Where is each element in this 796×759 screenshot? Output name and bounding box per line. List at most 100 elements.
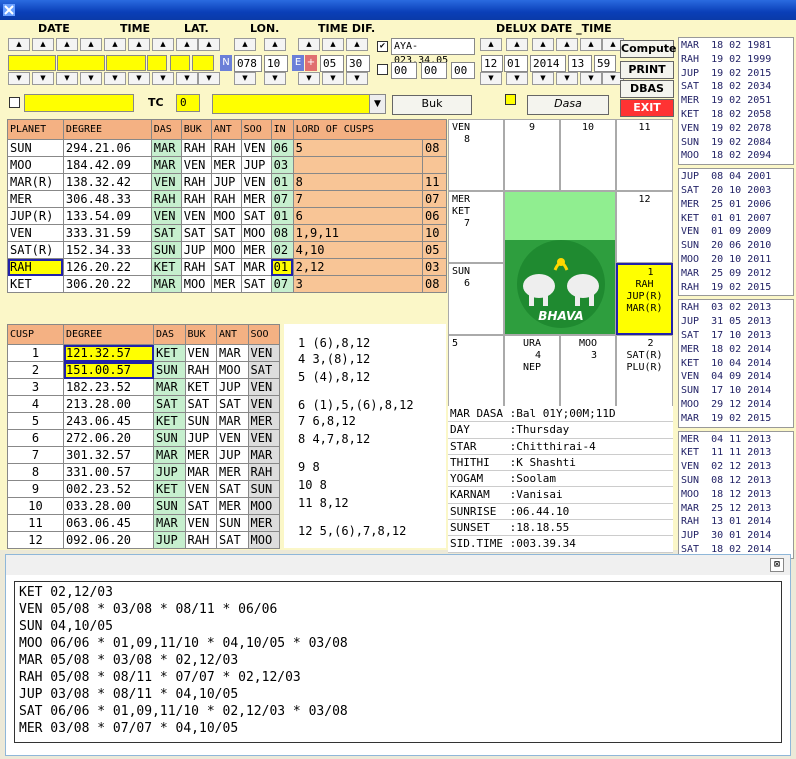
chart-house-c6[interactable]: 12 bbox=[616, 191, 673, 263]
chart-house-c7[interactable]: SUN 6 bbox=[448, 263, 504, 335]
compute-button[interactable]: Compute bbox=[620, 40, 677, 58]
spin-up-8-icon[interactable]: ▲ bbox=[198, 38, 220, 51]
delux-year-field[interactable]: 2014 bbox=[530, 55, 566, 72]
delux-month-field[interactable]: 01 bbox=[504, 55, 528, 72]
time-min-field[interactable] bbox=[147, 55, 167, 71]
cusp-row[interactable]: 8 331.00.57 JUP MAR MER RAH bbox=[7, 463, 280, 481]
dasa-row[interactable]: JUP 19 02 2015 bbox=[681, 67, 791, 81]
print-button[interactable]: PRINT bbox=[620, 61, 674, 79]
spin-up-4-icon[interactable]: ▲ bbox=[104, 38, 126, 51]
plus-toggle[interactable]: + bbox=[305, 55, 317, 71]
cusp-row[interactable]: 1 121.32.57 KET VEN MAR VEN bbox=[7, 344, 280, 362]
spin-down-8-icon[interactable]: ▼ bbox=[198, 72, 220, 85]
date-month-field[interactable] bbox=[57, 55, 105, 71]
offset-checkbox[interactable] bbox=[377, 64, 388, 75]
spin-down-9-icon[interactable]: ▼ bbox=[234, 72, 256, 85]
dasa-row[interactable]: MAR 25 09 2012 bbox=[681, 267, 791, 281]
exit-button[interactable]: EXIT bbox=[620, 99, 674, 117]
north-toggle[interactable]: N bbox=[220, 55, 232, 71]
place-select[interactable]: ▼ bbox=[212, 94, 386, 114]
spin-down-7-icon[interactable]: ▼ bbox=[176, 72, 198, 85]
timedif-min-field[interactable]: 30 bbox=[346, 55, 370, 72]
dasa-row[interactable]: MER 04 11 2013 bbox=[681, 433, 791, 447]
cusp-row[interactable]: 10 033.28.00 SUN SAT MER MOO bbox=[7, 497, 280, 515]
dasa-row[interactable]: RAH 19 02 1999 bbox=[681, 53, 791, 67]
delux-hour-field[interactable]: 13 bbox=[568, 55, 592, 72]
spin-down-1-icon[interactable]: ▼ bbox=[32, 72, 54, 85]
chart-house-c11[interactable]: MOO 3 bbox=[560, 335, 616, 407]
spin-up-16-icon[interactable]: ▲ bbox=[532, 38, 554, 51]
planet-row[interactable]: SAT(R) 152.34.33 SUN JUP MOO MER 02 4,10 05 bbox=[7, 241, 448, 259]
chart-house-c10[interactable]: URA 4 NEP bbox=[504, 335, 560, 407]
dasa-row[interactable]: SUN 19 02 2084 bbox=[681, 136, 791, 150]
planet-row[interactable]: JUP(R) 133.54.09 VEN VEN MOO SAT 01 6 06 bbox=[7, 207, 448, 225]
dasa-row[interactable]: JUP 31 05 2013 bbox=[681, 315, 791, 329]
dasa-row[interactable]: VEN 01 09 2009 bbox=[681, 225, 791, 239]
dasa-row[interactable]: SAT 17 10 2013 bbox=[681, 329, 791, 343]
dasa-row[interactable]: MOO 29 12 2014 bbox=[681, 398, 791, 412]
dasa-row[interactable]: RAH 03 02 2013 bbox=[681, 301, 791, 315]
planet-row[interactable]: MAR(R) 138.32.42 VEN RAH JUP VEN 01 8 11 bbox=[7, 173, 448, 191]
dasa-row[interactable]: MOO 18 12 2013 bbox=[681, 488, 791, 502]
chart-house-c9[interactable]: 5 bbox=[448, 335, 504, 407]
spin-down-18-icon[interactable]: ▼ bbox=[580, 72, 602, 85]
cusp-row[interactable]: 7 301.32.57 MAR MER JUP MAR bbox=[7, 446, 280, 464]
spin-down-10-icon[interactable]: ▼ bbox=[264, 72, 286, 85]
name-field[interactable] bbox=[24, 94, 134, 112]
spin-up-1-icon[interactable]: ▲ bbox=[32, 38, 54, 51]
dasa-row[interactable]: VEN 19 02 2078 bbox=[681, 122, 791, 136]
cusp-row[interactable]: 9 002.23.52 KET VEN SAT SUN bbox=[7, 480, 280, 498]
lon-deg-field[interactable]: 078 bbox=[234, 55, 262, 72]
spin-down-12-icon[interactable]: ▼ bbox=[322, 72, 344, 85]
lat-min-field[interactable] bbox=[192, 55, 214, 71]
spin-up-0-icon[interactable]: ▲ bbox=[8, 38, 30, 51]
spin-up-11-icon[interactable]: ▲ bbox=[298, 38, 320, 51]
chevron-down-icon[interactable]: ▼ bbox=[369, 95, 385, 113]
chart-house-c1[interactable]: VEN 8 bbox=[448, 119, 504, 191]
dasa-row[interactable]: MAR 18 02 1981 bbox=[681, 39, 791, 53]
dasa-row[interactable]: SAT 20 10 2003 bbox=[681, 184, 791, 198]
spin-up-12-icon[interactable]: ▲ bbox=[322, 38, 344, 51]
dasa-row[interactable]: RAH 19 02 2015 bbox=[681, 281, 791, 295]
east-toggle[interactable]: E bbox=[292, 55, 304, 71]
spin-down-17-icon[interactable]: ▼ bbox=[556, 72, 578, 85]
dasa-row[interactable]: KET 10 04 2014 bbox=[681, 357, 791, 371]
planet-row[interactable]: MOO 184.42.09 MAR VEN MER JUP 03 bbox=[7, 156, 448, 174]
dasa-button[interactable]: Dasa bbox=[527, 95, 609, 115]
dasa-row[interactable]: SUN 08 12 2013 bbox=[681, 474, 791, 488]
dasa-row[interactable]: MOO 18 02 2094 bbox=[681, 149, 791, 163]
lon-min-field[interactable]: 10 bbox=[264, 55, 288, 72]
spin-down-0-icon[interactable]: ▼ bbox=[8, 72, 30, 85]
dasa-row[interactable]: MAR 19 02 2015 bbox=[681, 412, 791, 426]
delux-day-field[interactable]: 12 bbox=[481, 55, 503, 72]
spin-down-11-icon[interactable]: ▼ bbox=[298, 72, 320, 85]
spin-down-15-icon[interactable]: ▼ bbox=[506, 72, 528, 85]
cusp-row[interactable]: 3 182.23.52 MAR KET JUP VEN bbox=[7, 378, 280, 396]
cusp-row[interactable]: 6 272.06.20 SUN JUP VEN VEN bbox=[7, 429, 280, 447]
dasa-row[interactable]: VEN 04 09 2014 bbox=[681, 370, 791, 384]
spin-up-7-icon[interactable]: ▲ bbox=[176, 38, 198, 51]
planet-row[interactable]: SUN 294.21.06 MAR RAH RAH VEN 06 5 08 bbox=[7, 139, 448, 157]
chart-house-c2[interactable]: 9 bbox=[504, 119, 560, 191]
delux-min-field[interactable]: 59 bbox=[594, 55, 616, 72]
dasa-row[interactable]: MER 25 01 2006 bbox=[681, 198, 791, 212]
planet-row[interactable]: RAH 126.20.22 KET RAH SAT MAR 01 2,12 03 bbox=[7, 258, 448, 276]
dasa-row[interactable]: MER 18 02 2014 bbox=[681, 343, 791, 357]
spin-up-6-icon[interactable]: ▲ bbox=[152, 38, 174, 51]
dasa-row[interactable]: KET 11 11 2013 bbox=[681, 446, 791, 460]
cusp-row[interactable]: 11 063.06.45 MAR VEN SUN MER bbox=[7, 514, 280, 532]
spin-down-4-icon[interactable]: ▼ bbox=[104, 72, 126, 85]
dasa-row[interactable]: SUN 17 10 2014 bbox=[681, 384, 791, 398]
offset-field-2[interactable]: 00 bbox=[421, 62, 447, 79]
spin-up-10-icon[interactable]: ▲ bbox=[264, 38, 286, 51]
cusp-row[interactable]: 5 243.06.45 KET SUN MAR MER bbox=[7, 412, 280, 430]
chart-house-c4[interactable]: 11 bbox=[616, 119, 673, 191]
spin-up-15-icon[interactable]: ▲ bbox=[506, 38, 528, 51]
close-icon[interactable]: ⊠ bbox=[770, 558, 784, 572]
chart-house-c3[interactable]: 10 bbox=[560, 119, 616, 191]
spin-up-14-icon[interactable]: ▲ bbox=[480, 38, 502, 51]
dasa-row[interactable]: JUP 08 04 2001 bbox=[681, 170, 791, 184]
cusp-row[interactable]: 4 213.28.00 SAT SAT SAT VEN bbox=[7, 395, 280, 413]
spin-down-6-icon[interactable]: ▼ bbox=[152, 72, 174, 85]
spin-up-17-icon[interactable]: ▲ bbox=[556, 38, 578, 51]
